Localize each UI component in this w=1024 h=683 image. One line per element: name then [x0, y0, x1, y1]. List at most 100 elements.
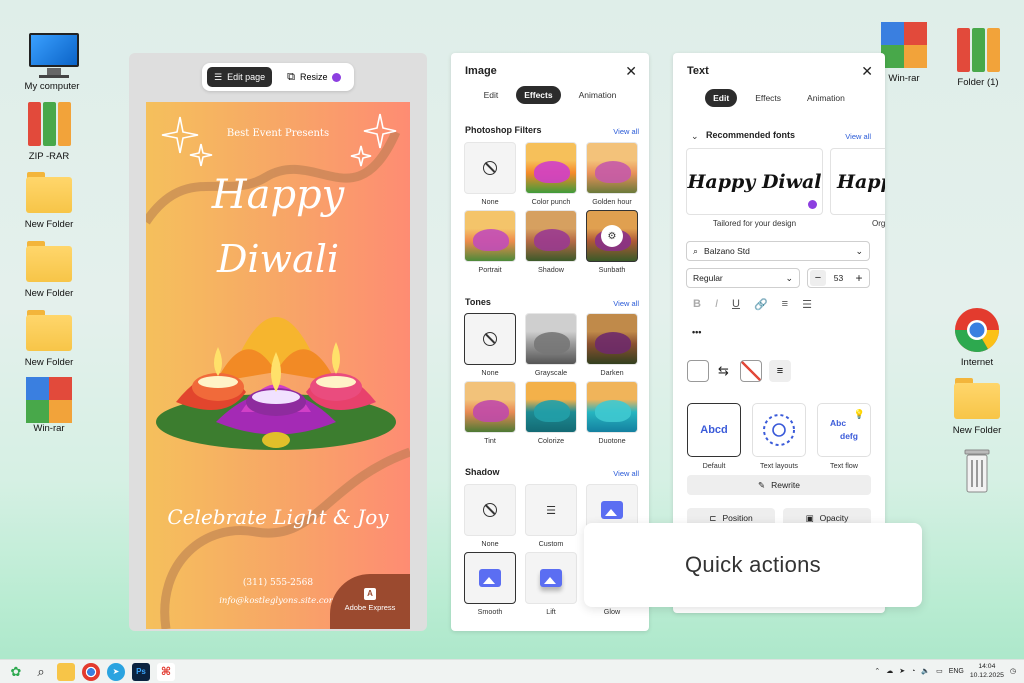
editor-topbar: ☰ Edit page ⧉ Resize	[202, 63, 354, 91]
plus-icon[interactable]: +	[851, 270, 867, 286]
shadow-none[interactable]: None	[464, 484, 516, 548]
system-tray: ⌃ ☁ ➤ ◔ 🔈 ▭ ENG 14:04 10.12.2025 ◷	[874, 662, 1016, 680]
align-icon[interactable]: ≡	[782, 298, 788, 311]
desktop-icon-label: New Folder	[952, 425, 1002, 436]
desktop-icon-my-computer[interactable]: My computer	[16, 30, 88, 92]
font-size-stepper[interactable]: − 53 +	[807, 268, 870, 288]
photoshop-icon[interactable]: Ps	[132, 662, 150, 681]
computer-icon	[27, 30, 79, 78]
underline-icon[interactable]: U	[732, 298, 740, 311]
style-default[interactable]: Abcd Default	[687, 403, 741, 470]
style-text-layouts[interactable]: Text layouts	[752, 403, 806, 470]
telegram-tray-icon[interactable]: ➤	[899, 667, 905, 675]
desktop-icon-zip-rar[interactable]: ZIP -RAR	[13, 100, 85, 162]
binders-icon	[953, 26, 1003, 74]
tone-grayscale[interactable]: Grayscale	[525, 313, 577, 377]
chevron-down-icon[interactable]: ⌄	[691, 131, 699, 142]
tab-animation[interactable]: Animation	[571, 86, 625, 104]
style-text-flow[interactable]: Abc defg 💡 Text flow	[817, 403, 871, 470]
desktop-icon-new-folder-2[interactable]: New Folder	[13, 237, 85, 299]
close-icon[interactable]: ✕	[861, 63, 873, 80]
filter-golden-hour[interactable]: Golden hour	[586, 142, 638, 206]
bold-icon[interactable]: B	[693, 298, 701, 311]
tone-tint[interactable]: Tint	[464, 381, 516, 445]
tones-heading: Tones	[465, 297, 491, 307]
shadow-smooth[interactable]: Smooth	[464, 552, 516, 616]
desktop-icon-new-folder-1[interactable]: New Folder	[13, 168, 85, 230]
desktop-icon-new-folder-3[interactable]: New Folder	[13, 306, 85, 368]
tab-edit[interactable]: Edit	[476, 86, 507, 104]
close-icon[interactable]: ✕	[625, 63, 637, 80]
desktop-icon-label: New Folder	[24, 357, 74, 368]
filter-shadow[interactable]: Shadow	[525, 210, 577, 274]
file-explorer-icon[interactable]	[57, 662, 75, 681]
italic-icon[interactable]: I	[715, 298, 718, 311]
tone-darken[interactable]: Darken	[586, 313, 638, 377]
tone-none[interactable]: None	[464, 313, 516, 377]
search-icon[interactable]: ⌕	[32, 663, 50, 681]
text-color-swatch[interactable]	[687, 360, 709, 382]
font-preview-card-2[interactable]: Happ	[830, 148, 885, 215]
desktop-icon-recycle-bin[interactable]	[941, 446, 1013, 497]
desktop-icon-label: ZIP -RAR	[28, 151, 70, 162]
start-icon[interactable]: ✿	[7, 663, 25, 681]
filters-view-all-link[interactable]: View all	[613, 127, 639, 136]
more-options-icon[interactable]: •••	[692, 327, 701, 337]
tone-colorize[interactable]: Colorize	[525, 381, 577, 445]
image-icon	[479, 569, 501, 587]
notifications-icon[interactable]: ◷	[1010, 667, 1016, 675]
clock[interactable]: 14:04 10.12.2025	[970, 662, 1004, 680]
link-icon[interactable]: 🔗	[754, 298, 768, 311]
telegram-icon[interactable]: ➤	[107, 662, 125, 681]
diya-lamp-illustration	[156, 317, 396, 450]
chrome-icon[interactable]	[82, 662, 100, 681]
rewrite-button[interactable]: ✎ Rewrite	[687, 475, 871, 495]
desktop-icon-folder-1[interactable]: Folder (1)	[942, 26, 1014, 88]
card-title-line2: Diwali	[216, 237, 340, 281]
diwali-design-card[interactable]: Best Event Presents Happy Diwali Celebra…	[146, 102, 410, 629]
shadow-lift[interactable]: Lift	[525, 552, 577, 616]
tab-effects[interactable]: Effects	[747, 89, 789, 107]
resize-button[interactable]: ⧉ Resize	[280, 67, 348, 87]
tab-animation[interactable]: Animation	[799, 89, 853, 107]
tab-effects[interactable]: Effects	[516, 86, 561, 104]
no-fill-swatch[interactable]	[740, 360, 762, 382]
list-icon[interactable]: ☰	[802, 298, 812, 311]
sliders-icon: ☰	[214, 71, 223, 82]
desktop-icon-win-rar[interactable]: Win-rar	[13, 377, 85, 434]
tone-duotone[interactable]: Duotone	[586, 381, 638, 445]
adjust-sliders-icon[interactable]: ⚙	[601, 225, 623, 247]
battery-icon[interactable]: ▭	[936, 667, 943, 675]
font-family-select[interactable]: ⌕ Balzano Std ⌄	[686, 241, 870, 261]
language-indicator[interactable]: ENG	[949, 668, 964, 675]
filter-none[interactable]: None	[464, 142, 516, 206]
filter-portrait[interactable]: Portrait	[464, 210, 516, 274]
winrar-icon	[879, 22, 929, 70]
card-presents-text: Best Event Presents	[226, 128, 330, 139]
swap-icon[interactable]: ⇆	[718, 363, 729, 379]
network-status-icon[interactable]: ☁	[886, 667, 893, 675]
filter-color-punch[interactable]: Color punch	[525, 142, 577, 206]
tones-view-all-link[interactable]: View all	[613, 299, 639, 308]
edit-page-button[interactable]: ☰ Edit page	[207, 67, 273, 87]
desktop-icon-internet[interactable]: Internet	[941, 306, 1013, 368]
desktop-icon-new-folder-right[interactable]: New Folder	[941, 374, 1013, 436]
fonts-view-all-link[interactable]: View all	[845, 132, 871, 141]
desktop-icon-label: New Folder	[24, 219, 74, 230]
shadow-custom[interactable]: ☰ Custom	[525, 484, 577, 548]
shadow-view-all-link[interactable]: View all	[613, 469, 639, 478]
filters-grid: None Color punch Golden hour Portrait Sh…	[464, 142, 638, 274]
chevron-up-icon[interactable]: ⌃	[874, 667, 880, 675]
chevron-down-icon: ⌄	[855, 245, 863, 256]
wifi-icon[interactable]: ◔	[911, 668, 915, 675]
folder-icon	[952, 374, 1002, 422]
font-weight-select[interactable]: Regular ⌄	[686, 268, 800, 288]
tab-edit[interactable]: Edit	[705, 89, 738, 107]
image-icon	[540, 569, 562, 587]
minus-icon[interactable]: −	[810, 270, 826, 286]
speaker-icon[interactable]: 🔈	[921, 667, 930, 675]
filter-sunbath[interactable]: ⚙ Sunbath	[586, 210, 638, 274]
acrobat-icon[interactable]: ⌘	[157, 662, 175, 681]
font-preview-card-1[interactable]: Happy Diwal	[686, 148, 823, 215]
stroke-weight-icon[interactable]: ≡	[769, 360, 791, 382]
